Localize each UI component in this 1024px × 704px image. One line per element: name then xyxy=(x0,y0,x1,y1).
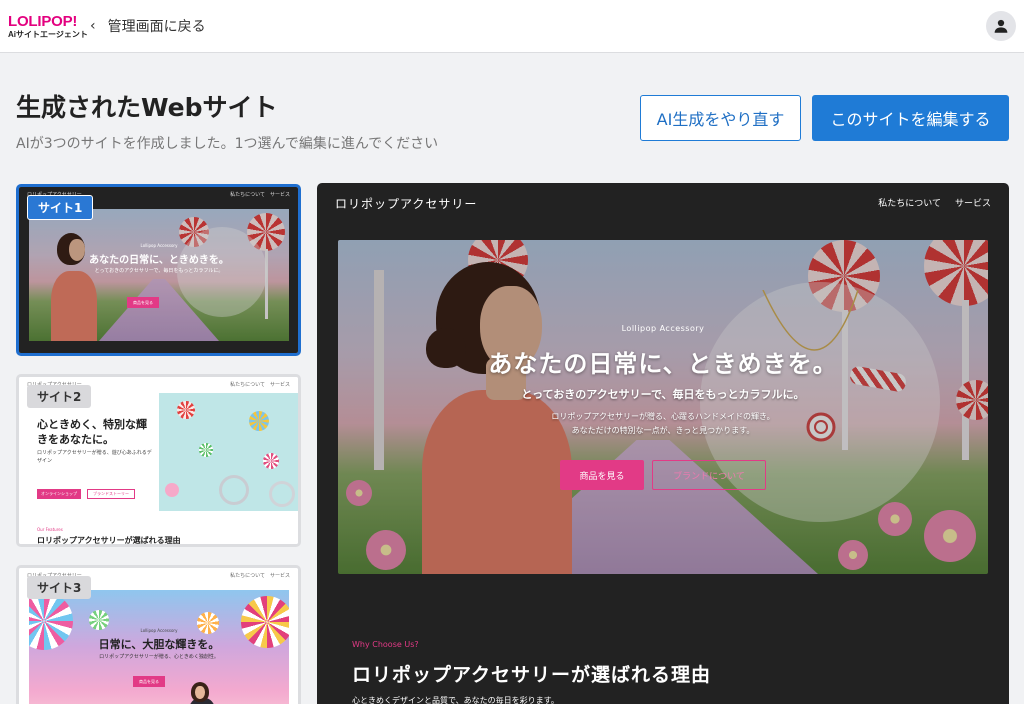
section-title: ロリポップアクセサリーが選ばれる理由 xyxy=(352,664,712,686)
thumb1-label: サイト1 xyxy=(27,195,94,220)
preview-hero: Lollipop Accessory あなたの日常に、ときめきを。 とっておきの… xyxy=(338,240,988,574)
page-title: 生成されたWebサイト xyxy=(16,93,278,122)
thumb1-eyebrow: Lollipop Accessory xyxy=(140,243,178,248)
thumb2-label: サイト2 xyxy=(27,385,92,408)
lolipop-logo[interactable]: LOLIPOP! Aiサイトエージェント xyxy=(8,12,88,39)
thumb1-btn: 商品を見る xyxy=(127,297,159,308)
thumb2-section-title: ロリポップアクセサリーが選ばれる理由 xyxy=(37,536,181,545)
thumb3-sub: ロリポップアクセサリーが贈る、心ときめく独創性。 xyxy=(99,654,219,660)
preview-brand: ロリポップアクセサリー xyxy=(335,197,478,211)
thumb3-btn: 商品を見る xyxy=(133,676,165,687)
section-eyebrow: Why Choose Us? xyxy=(352,640,419,649)
preview-nav-service[interactable]: サービス xyxy=(955,196,991,209)
thumb1-hero: Lollipop Accessory あなたの日常に、ときめきを。 とっておきの… xyxy=(29,209,289,341)
back-to-admin-link[interactable]: ‹ 管理画面に戻る xyxy=(90,16,206,36)
top-bar: LOLIPOP! Aiサイトエージェント ‹ 管理画面に戻る xyxy=(0,0,1024,53)
hero-shop-button[interactable]: 商品を見る xyxy=(560,460,644,490)
section-description: 心ときめくデザインと品質で、あなたの毎日を彩ります。 xyxy=(352,696,559,704)
chevron-left-icon: ‹ xyxy=(90,18,96,34)
site-preview[interactable]: ロリポップアクセサリー 私たちについて サービス Lollipop Access… xyxy=(317,183,1009,704)
thumb3-label: サイト3 xyxy=(27,576,92,599)
back-label: 管理画面に戻る xyxy=(107,19,206,35)
thumb2-product-image xyxy=(159,393,298,511)
preview-nav-about[interactable]: 私たちについて xyxy=(878,196,941,209)
logo-main-text: LOLIPOP! xyxy=(8,12,78,30)
thumb1-nav: 私たちについて サービス xyxy=(230,192,290,198)
hero-eyebrow: Lollipop Accessory xyxy=(621,324,705,333)
thumb2-btn1: オンラインショップ xyxy=(37,489,81,499)
edit-site-button[interactable]: このサイトを編集する xyxy=(812,95,1009,141)
preview-nav: 私たちについて サービス xyxy=(878,196,991,209)
hero-desc-line2: あなただけの特別な一点が、きっと見つかります。 xyxy=(571,426,755,435)
thumb1-sub: とっておきのアクセサリーで、毎日をもっとカラフルに。 xyxy=(94,268,224,274)
thumb2-title: 心ときめく、特別な輝きをあなたに。 xyxy=(37,418,147,446)
thumb3-hero: Lollipop Accessory 日常に、大胆な輝きを。 ロリポップアクセサ… xyxy=(29,590,289,704)
thumb2-sub: ロリポップアクセサリーが贈る、遊び心あふれるデザイン xyxy=(37,450,152,464)
site-thumbnail-3[interactable]: ロリポップアクセサリー 私たちについて サービス Lollipop Access… xyxy=(16,565,301,704)
site-thumbnail-2[interactable]: ロリポップアクセサリー 私たちについて サービス 心ときめく、特別な輝きをあなた… xyxy=(16,374,301,547)
user-icon xyxy=(994,19,1008,33)
thumb1-title: あなたの日常に、ときめきを。 xyxy=(89,255,229,266)
hero-brand-button[interactable]: ブランドについて xyxy=(652,460,766,490)
regenerate-button[interactable]: AI生成をやり直す xyxy=(640,95,801,141)
thumb3-title: 日常に、大胆な輝きを。 xyxy=(98,638,220,651)
user-avatar[interactable] xyxy=(986,11,1016,41)
thumb2-btn2: ブランドストーリー xyxy=(87,489,135,499)
hero-title: あなたの日常に、ときめきを。 xyxy=(488,350,838,378)
hero-desc-line1: ロリポップアクセサリーが贈る、心躍るハンドメイドの輝き。 xyxy=(551,412,775,421)
site-thumbnail-1[interactable]: ロリポップアクセサリー 私たちについて サービス Lollipop Access… xyxy=(16,184,301,356)
thumb3-eyebrow: Lollipop Accessory xyxy=(140,628,178,633)
logo-sub-text: Aiサイトエージェント xyxy=(8,29,88,39)
hero-description: ロリポップアクセサリーが贈る、心躍るハンドメイドの輝き。 あなただけの特別な一点… xyxy=(338,410,988,438)
page-subtitle: AIが3つのサイトを作成しました。1つ選んで編集に進んでください xyxy=(16,136,439,152)
thumb3-nav: 私たちについて サービス xyxy=(230,573,290,579)
hero-subtitle: とっておきのアクセサリーで、毎日をもっとカラフルに。 xyxy=(521,388,805,401)
thumb2-nav: 私たちについて サービス xyxy=(230,382,290,388)
thumb2-section-eyebrow: Our Features xyxy=(37,527,63,532)
